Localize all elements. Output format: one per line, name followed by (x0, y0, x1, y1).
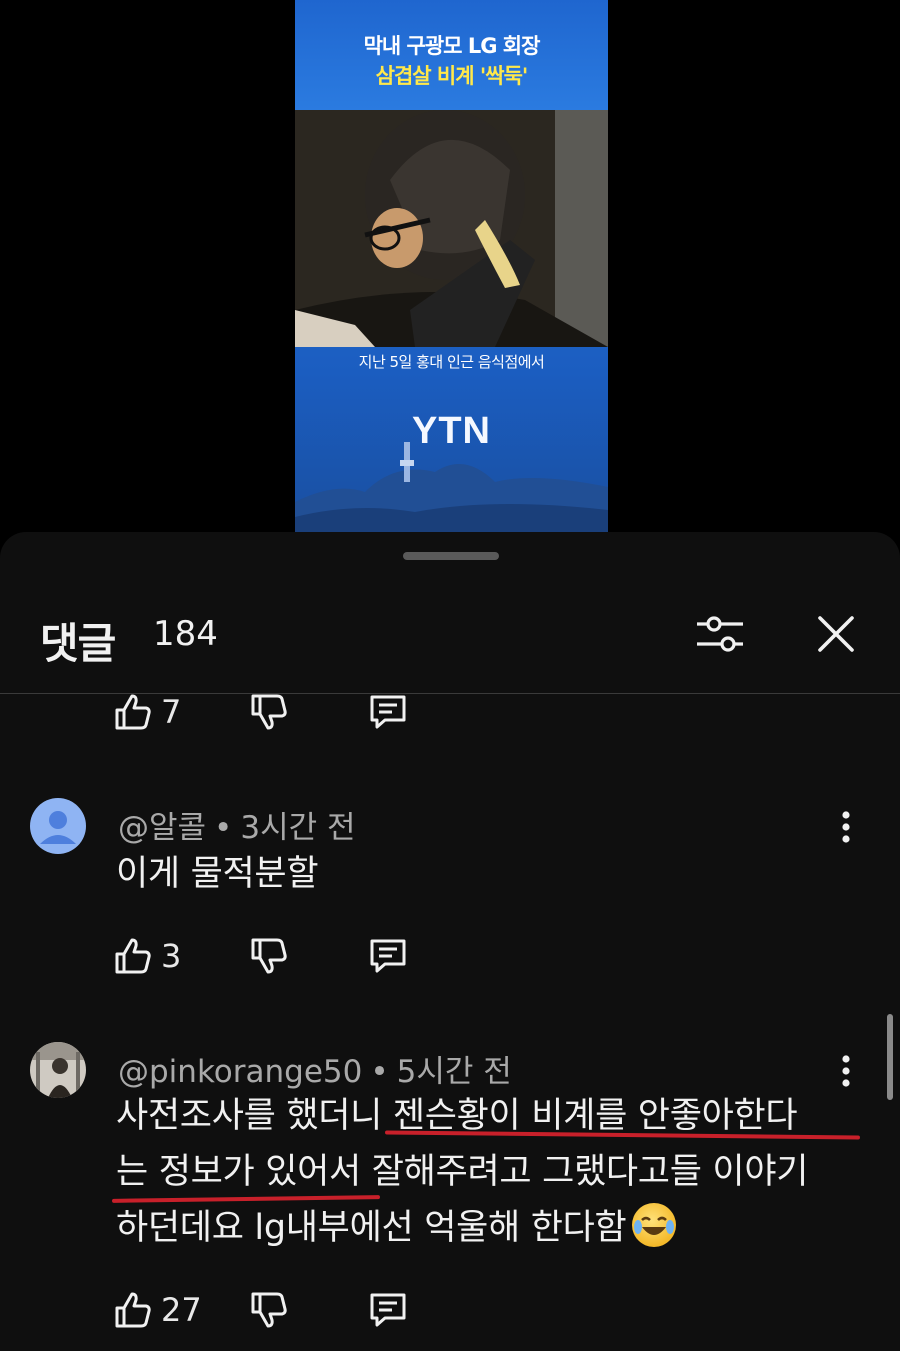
reply-button[interactable] (367, 1288, 409, 1332)
comment-text: 사전조사를 했더니 젠슨황이 비계를 안좋아한다 는 정보가 있어서 잘해주려고… (116, 1088, 808, 1256)
comment-meta: @알콜 • 3시간 전 (118, 802, 355, 847)
like-count: 3 (161, 937, 182, 975)
city-skyline-image (295, 442, 608, 532)
dislike-button[interactable] (249, 1288, 289, 1332)
sliders-icon (697, 616, 743, 652)
like-button[interactable]: 7 (113, 690, 181, 734)
thumbs-down-icon (251, 938, 287, 974)
thumbs-up-icon (115, 938, 151, 974)
thumbs-down-icon (251, 694, 287, 730)
more-vertical-icon (842, 811, 850, 843)
reply-icon (370, 695, 406, 729)
like-count: 27 (161, 1291, 202, 1329)
comment-text-line-with-emoji: 하던데요 lg내부에선 억울해 한다함 (116, 1200, 808, 1256)
comment-time: 3시간 전 (240, 810, 356, 846)
comment-more-button[interactable] (826, 1046, 866, 1096)
comment-actions: 3 (113, 934, 443, 978)
video-frame-image (295, 110, 608, 347)
comment-text-span: 하던데요 lg내부에선 억울해 한다함 (116, 1208, 627, 1248)
video-title-line2: 삼겹살 비계 '싹둑' (375, 64, 529, 88)
more-vertical-icon (842, 1055, 850, 1087)
video-title-banner: 막내 구광모 LG 회장 삼겹살 비계 '싹둑' (295, 0, 608, 110)
thumbs-down-icon (251, 1292, 287, 1328)
comment-time: 5시간 전 (396, 1054, 512, 1090)
comment-text-line: 이게 물적분할 (116, 854, 319, 894)
reply-icon (370, 1293, 406, 1327)
comment-actions: 7 (113, 690, 443, 734)
thumbs-up-icon (115, 1292, 151, 1328)
comment-author[interactable]: @pinkorange50 (118, 1054, 362, 1090)
comments-count: 184 (153, 614, 218, 654)
dislike-button[interactable] (249, 934, 289, 978)
video-title-line1: 막내 구광모 LG 회장 (363, 34, 541, 58)
scrollbar[interactable] (887, 1014, 893, 1100)
avatar[interactable] (30, 1042, 86, 1098)
like-count: 7 (161, 693, 182, 731)
reply-button[interactable] (367, 934, 409, 978)
drag-handle[interactable] (403, 552, 499, 560)
video-caption: 지난 5일 홍대 인근 음식점에서 (358, 353, 545, 371)
sort-button[interactable] (690, 604, 750, 664)
dislike-button[interactable] (249, 690, 289, 734)
video-player[interactable]: 막내 구광모 LG 회장 삼겹살 비계 '싹둑' 지난 5일 홍대 인근 음식점… (295, 0, 608, 532)
comments-sheet: 댓글 184 7 @알콜 • 3시간 전 이게 물적분할 3 @pinkoran… (0, 532, 900, 1351)
reply-button[interactable] (367, 690, 409, 734)
comment-meta: @pinkorange50 • 5시간 전 (118, 1046, 512, 1091)
comments-title: 댓글 (40, 619, 116, 668)
avatar[interactable] (30, 798, 86, 854)
default-person-avatar-icon (30, 798, 86, 854)
close-button[interactable] (806, 604, 866, 664)
reply-icon (370, 939, 406, 973)
thumbs-up-icon (115, 694, 151, 730)
like-button[interactable]: 3 (113, 934, 181, 978)
comment-actions: 27 (113, 1288, 443, 1332)
shorts-page: 막내 구광모 LG 회장 삼겹살 비계 '싹둑' 지난 5일 홍대 인근 음식점… (0, 0, 900, 1351)
comment-text-line: 는 정보가 있어서 잘해주려고 그랬다고들 이야기 (116, 1152, 809, 1192)
tears-of-joy-emoji-icon (632, 1203, 677, 1247)
photo-avatar-icon (30, 1042, 86, 1098)
comment-author[interactable]: @알콜 (118, 810, 206, 846)
meta-separator: • (370, 1054, 389, 1090)
like-button[interactable]: 27 (113, 1288, 202, 1332)
meta-separator: • (214, 810, 233, 846)
comment-more-button[interactable] (826, 802, 866, 852)
comment-text: 이게 물적분할 (116, 846, 319, 902)
close-icon (818, 616, 854, 652)
